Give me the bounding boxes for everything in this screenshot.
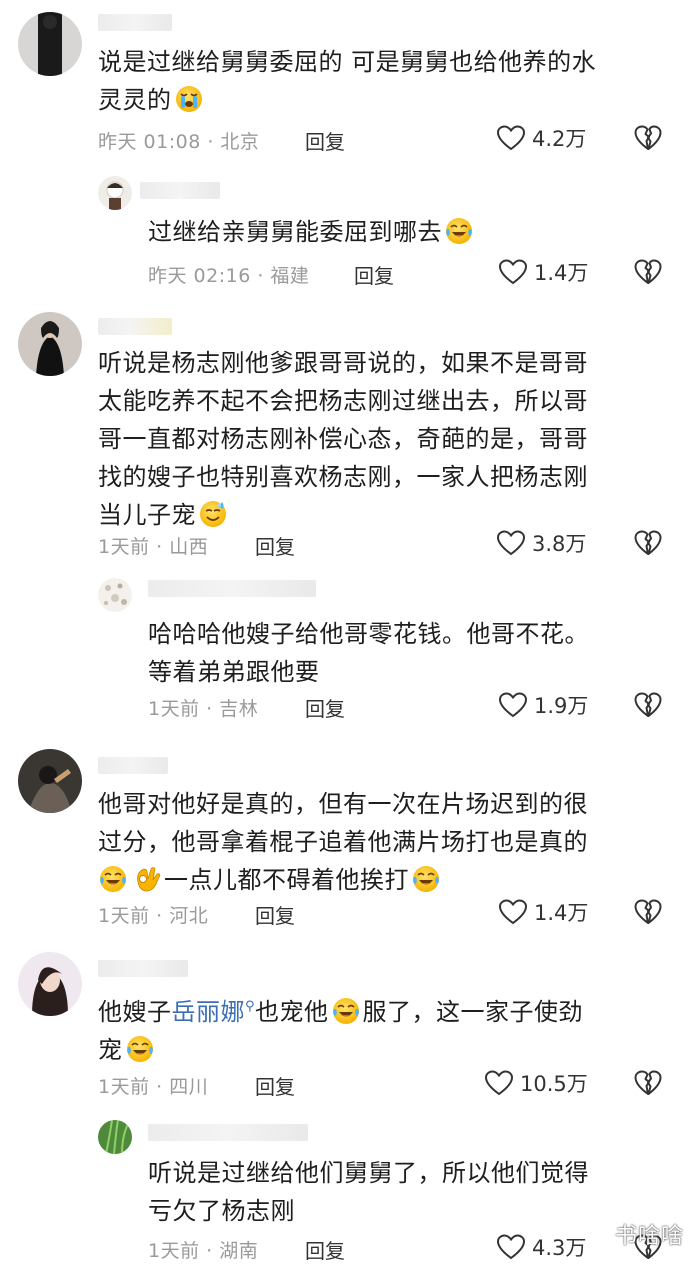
like-button[interactable]: 4.2万 (496, 123, 586, 153)
heart-icon (498, 898, 528, 926)
like-button[interactable]: 1.4万 (498, 257, 588, 287)
tears-of-joy-icon (125, 1034, 155, 1064)
like-count: 1.9万 (534, 694, 589, 718)
location: 山西 (169, 536, 209, 558)
comment-meta: 1天前 · 河北 (98, 905, 209, 927)
avatar[interactable] (98, 176, 132, 210)
comment-text: 他嫂子岳丽娜⚲也宠他 服了，这一家子使劲 宠 (98, 996, 584, 1064)
comment-meta: 1天前 · 吉林 (148, 698, 259, 720)
heart-icon (496, 1233, 526, 1261)
comment-item: 他嫂子岳丽娜⚲也宠他 服了，这一家子使劲 宠 1天前 · 四川 回复 10.5万 (0, 940, 694, 1110)
reply-item: 哈哈哈他嫂子给他哥零花钱。他哥不花。 等着弟弟跟他要 1天前 · 吉林 回复 1… (0, 570, 694, 735)
tears-of-joy-icon (411, 864, 441, 894)
location: 北京 (220, 131, 260, 153)
like-button[interactable]: 3.8万 (496, 528, 586, 558)
reply-button[interactable]: 回复 (305, 693, 345, 722)
username-blurred[interactable] (98, 757, 168, 774)
username-blurred[interactable] (98, 318, 172, 335)
like-count: 1.4万 (534, 901, 589, 925)
comment-meta: 1天前 · 四川 (98, 1076, 209, 1098)
tears-of-joy-icon (444, 216, 474, 246)
heart-icon (496, 124, 526, 152)
reply-item: 听说是过继给他们舅舅了，所以他们觉得 亏欠了杨志刚 1天前 · 湖南 回复 4.… (0, 1110, 694, 1264)
reply-button[interactable]: 回复 (255, 900, 295, 929)
avatar[interactable] (18, 312, 82, 376)
comment-text: 听说是杨志刚他爹跟哥哥说的，如果不是哥哥 太能吃养不起不会把杨志刚过继出去，所以… (98, 349, 588, 529)
mention-link[interactable]: 岳丽娜⚲ (172, 998, 256, 1026)
like-count: 1.4万 (534, 261, 589, 285)
broken-heart-icon[interactable] (634, 124, 662, 152)
broken-heart-icon[interactable] (634, 1069, 662, 1097)
avatar[interactable] (18, 749, 82, 813)
watermark: 书啥啥 (614, 1224, 684, 1249)
timestamp: 昨天 01:08 (98, 131, 201, 153)
username-blurred[interactable] (148, 580, 316, 597)
sweat-smile-icon (198, 499, 228, 529)
search-icon: ⚲ (245, 999, 256, 1014)
like-count: 4.3万 (532, 1236, 587, 1260)
comment-item: 说是过继给舅舅委屈的 可是舅舅也给他养的水 灵灵的 昨天 01:08 · 北京 … (0, 0, 694, 170)
comment-meta: 1天前 · 湖南 (148, 1240, 259, 1262)
location: 河北 (169, 905, 209, 927)
like-count: 3.8万 (532, 532, 587, 556)
heart-icon (496, 529, 526, 557)
reply-button[interactable]: 回复 (255, 531, 295, 560)
location: 吉林 (219, 698, 259, 720)
like-count: 10.5万 (520, 1072, 588, 1096)
username-blurred[interactable] (98, 14, 172, 31)
location: 福建 (270, 265, 310, 287)
tears-of-joy-icon (331, 996, 361, 1026)
timestamp: 1天前 (98, 1076, 150, 1098)
comment-item: 他哥对他好是真的，但有一次在片场迟到的很 过分，他哥拿着棍子追着他满片场打也是真… (0, 735, 694, 940)
comment-text: 过继给亲舅舅能委屈到哪去 (148, 213, 476, 251)
timestamp: 1天前 (98, 905, 150, 927)
tears-of-joy-icon (98, 864, 128, 894)
username-blurred[interactable] (98, 960, 188, 977)
comment-text: 哈哈哈他嫂子给他哥零花钱。他哥不花。 等着弟弟跟他要 (148, 620, 589, 686)
reply-button[interactable]: 回复 (354, 260, 394, 289)
comment-item: 听说是杨志刚他爹跟哥哥说的，如果不是哥哥 太能吃养不起不会把杨志刚过继出去，所以… (0, 300, 694, 570)
reply-button[interactable]: 回复 (255, 1071, 295, 1100)
avatar[interactable] (98, 578, 132, 612)
comment-meta: 昨天 02:16 · 福建 (148, 265, 310, 287)
broken-heart-icon[interactable] (634, 898, 662, 926)
broken-heart-icon[interactable] (634, 258, 662, 286)
heart-icon (484, 1069, 514, 1097)
like-button[interactable]: 10.5万 (484, 1068, 588, 1098)
avatar[interactable] (18, 12, 82, 76)
avatar[interactable] (98, 1120, 132, 1154)
username-blurred[interactable] (140, 182, 220, 199)
crying-face-icon (174, 84, 204, 114)
heart-icon (498, 691, 528, 719)
comment-meta: 1天前 · 山西 (98, 536, 209, 558)
timestamp: 昨天 02:16 (148, 265, 251, 287)
location: 湖南 (219, 1240, 259, 1262)
comment-text: 他哥对他好是真的，但有一次在片场迟到的很 过分，他哥拿着棍子追着他满片场打也是真… (98, 790, 588, 894)
username-blurred[interactable] (148, 1124, 308, 1141)
timestamp: 1天前 (98, 536, 150, 558)
reply-item: 过继给亲舅舅能委屈到哪去 昨天 02:16 · 福建 回复 1.4万 (0, 170, 694, 300)
timestamp: 1天前 (148, 1240, 200, 1262)
comment-text: 说是过继给舅舅委屈的 可是舅舅也给他养的水 灵灵的 (98, 48, 597, 114)
reply-button[interactable]: 回复 (305, 1235, 345, 1264)
reply-button[interactable]: 回复 (305, 126, 345, 155)
broken-heart-icon[interactable] (634, 529, 662, 557)
timestamp: 1天前 (148, 698, 200, 720)
avatar[interactable] (18, 952, 82, 1016)
comment-text: 听说是过继给他们舅舅了，所以他们觉得 亏欠了杨志刚 (148, 1159, 589, 1225)
location: 四川 (169, 1076, 209, 1098)
comment-meta: 昨天 01:08 · 北京 (98, 131, 260, 153)
like-count: 4.2万 (532, 127, 587, 151)
broken-heart-icon[interactable] (634, 691, 662, 719)
like-button[interactable]: 4.3万 (496, 1232, 586, 1262)
like-button[interactable]: 1.9万 (498, 690, 588, 720)
like-button[interactable]: 1.4万 (498, 897, 588, 927)
ok-hand-icon (132, 864, 162, 894)
heart-icon (498, 258, 528, 286)
